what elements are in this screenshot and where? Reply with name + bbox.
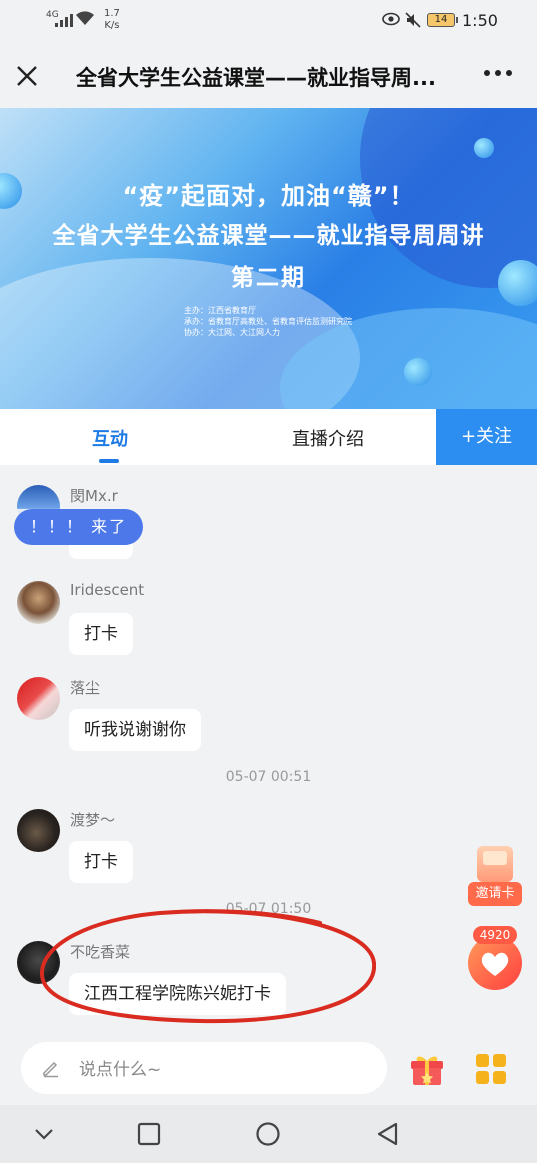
chat-list[interactable]: 閔Mx.r 打卡 Iridescent 打卡 落尘 听我说谢谢你 05-07 0…	[0, 465, 537, 1033]
banner-title: 全省大学生公益课堂——就业指导周周讲	[52, 223, 485, 249]
input-bar: 说点什么~	[0, 1033, 537, 1105]
message-bubble: 江西工程学院陈兴妮打卡	[69, 973, 286, 1015]
status-bar: 4G 1.7 K/s 14 1:50	[0, 0, 537, 44]
pen-icon	[43, 1061, 58, 1078]
message-bubble: 打卡	[69, 841, 133, 883]
heart-icon	[481, 952, 509, 976]
banner-slogan: “疫”起面对，加油“赣”！	[122, 182, 415, 210]
avatar[interactable]	[17, 941, 60, 984]
avatar[interactable]	[17, 581, 60, 624]
title-bar: 全省大学生公益课堂——就业指导周...	[0, 44, 537, 108]
comment-placeholder: 说点什么~	[79, 1060, 162, 1080]
banner-organizers: 主办：江西省教育厅 承办：省教育厅高教处、省教育评估监测研究院 协办：大江网、大…	[184, 306, 352, 337]
username: 落尘	[70, 679, 101, 697]
page-title: 全省大学生公益课堂——就业指导周...	[76, 66, 436, 90]
username: 不吃香菜	[70, 943, 131, 961]
message-bubble: 打卡	[69, 613, 133, 655]
username: Iridescent	[70, 581, 145, 599]
like-button[interactable]: 4920	[468, 926, 522, 992]
mute-icon	[405, 12, 421, 28]
more-options-icon[interactable]	[484, 70, 512, 76]
tab-bar: 互动 直播介绍 +关注	[0, 409, 537, 465]
timestamp: 05-07 00:51	[225, 769, 312, 785]
battery-icon: 14	[427, 13, 458, 27]
decor-bubble	[474, 138, 494, 158]
invite-card-button[interactable]: 邀请卡	[468, 846, 522, 908]
heart-button	[468, 936, 522, 990]
clock: 1:50	[462, 11, 498, 30]
decor-bubble	[404, 358, 432, 386]
system-nav-bar	[0, 1105, 537, 1163]
nav-recents-icon[interactable]	[136, 1121, 162, 1147]
wifi-icon	[76, 11, 94, 25]
like-count: 4920	[473, 926, 517, 944]
banner-issue: 第二期	[231, 265, 306, 291]
timestamp: 05-07 01:50	[225, 901, 312, 917]
network-speed: 1.7 K/s	[104, 8, 120, 31]
signal-icon	[55, 14, 73, 27]
comment-input[interactable]: 说点什么~	[21, 1042, 387, 1094]
username: 閔Mx.r	[70, 487, 118, 505]
username: 渡梦～	[70, 811, 116, 829]
close-icon[interactable]	[14, 63, 40, 89]
tab-active-indicator	[99, 459, 119, 463]
nav-home-icon[interactable]	[255, 1121, 281, 1147]
envelope-icon	[477, 846, 513, 882]
follow-button[interactable]: +关注	[436, 409, 537, 465]
live-banner[interactable]: “疫”起面对，加油“赣”！ 全省大学生公益课堂——就业指导周周讲 第二期 主办：…	[0, 108, 537, 409]
more-apps-icon[interactable]	[476, 1054, 506, 1084]
eye-icon	[382, 12, 400, 26]
floating-message[interactable]: ！！！ 来了	[14, 509, 144, 545]
avatar[interactable]	[17, 677, 60, 720]
nav-down-icon[interactable]	[31, 1121, 57, 1147]
tab-interact[interactable]: 互动	[60, 425, 160, 451]
tab-live-intro[interactable]: 直播介绍	[268, 425, 388, 451]
nav-back-icon[interactable]	[375, 1121, 401, 1147]
gift-icon[interactable]	[409, 1052, 445, 1086]
message-bubble: 听我说谢谢你	[69, 709, 201, 751]
avatar[interactable]	[17, 809, 60, 852]
invite-card-label: 邀请卡	[468, 882, 522, 906]
